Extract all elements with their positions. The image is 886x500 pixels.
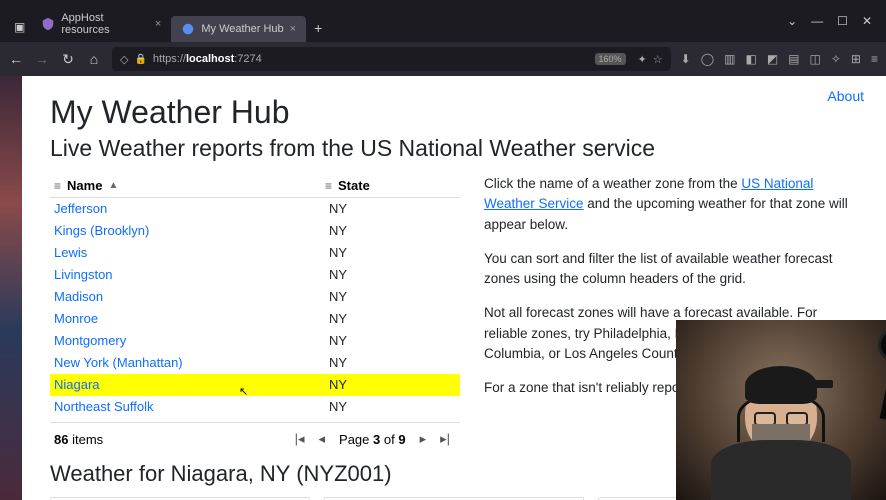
zone-link[interactable]: Jefferson (54, 200, 329, 218)
mouse-cursor: ↖ (239, 385, 248, 398)
menu-icon[interactable]: ≡ (871, 52, 878, 66)
tab-title: My Weather Hub (201, 23, 283, 35)
reader-icon[interactable]: ✦ (638, 53, 647, 66)
zoom-badge[interactable]: 160% (595, 53, 626, 65)
zone-state: NY (329, 310, 456, 328)
zone-link[interactable]: Kings (Brooklyn) (54, 222, 329, 240)
table-row[interactable]: MontgomeryNY (50, 330, 460, 352)
sidebar-icon[interactable]: ▣ (8, 12, 31, 42)
page-next-button[interactable]: ▸ (420, 431, 427, 447)
table-row[interactable]: Northeast SuffolkNY (50, 396, 460, 418)
page-last-button[interactable]: ▸| (440, 431, 450, 447)
zone-link[interactable]: Monroe (54, 310, 329, 328)
column-menu-icon[interactable]: ≡ (325, 179, 332, 193)
reload-button[interactable]: ↻ (60, 51, 76, 68)
extensions-icon[interactable]: ✧ (831, 52, 841, 66)
shield-icon: ◇ (120, 53, 128, 66)
extension-icon[interactable]: ◫ (810, 52, 821, 66)
zone-link[interactable]: Northeast Suffolk (54, 398, 329, 416)
sort-asc-icon: ▲ (108, 180, 118, 191)
zone-link[interactable]: Madison (54, 288, 329, 306)
minimize-icon[interactable]: — (811, 14, 823, 28)
tab-favicon (181, 22, 195, 36)
lock-icon: 🔒 (134, 54, 146, 65)
column-menu-icon[interactable]: ≡ (54, 179, 61, 193)
table-row[interactable]: MadisonNY (50, 286, 460, 308)
page-prev-button[interactable]: ◂ (319, 431, 326, 447)
webcam-overlay (676, 320, 886, 500)
zone-link[interactable]: Niagara (54, 376, 329, 394)
bookmark-icon[interactable]: ☆ (653, 53, 663, 66)
zone-state: NY (329, 288, 456, 306)
extension-icon[interactable]: ▤ (788, 52, 799, 66)
library-icon[interactable]: ▥ (724, 52, 735, 66)
zone-state: NY (329, 376, 456, 394)
extension-icon[interactable]: ◧ (745, 52, 756, 66)
column-header-state[interactable]: ≡ State (325, 178, 460, 193)
address-bar[interactable]: ◇ 🔒 https://localhost:7274 160% ✦ ☆ (112, 47, 671, 71)
browser-tab[interactable]: My Weather Hub × (171, 16, 306, 42)
tab-favicon (41, 17, 55, 31)
forward-button[interactable]: → (34, 51, 50, 67)
tab-title: AppHost resources (61, 12, 149, 36)
browser-tab[interactable]: AppHost resources × (31, 6, 171, 42)
table-row[interactable]: JeffersonNY (50, 198, 460, 220)
download-icon[interactable]: ⬇ (681, 52, 691, 66)
page-first-button[interactable]: |◂ (295, 431, 305, 447)
column-header-name[interactable]: ≡ Name ▲ (50, 178, 325, 193)
url-text: https://localhost:7274 (153, 53, 262, 65)
zone-state: NY (329, 354, 456, 372)
close-icon[interactable]: × (155, 18, 161, 30)
zone-link[interactable]: Lewis (54, 244, 329, 262)
extension-icon[interactable]: ◩ (767, 52, 778, 66)
about-link[interactable]: About (827, 88, 864, 104)
home-button[interactable]: ⌂ (86, 51, 102, 67)
zone-link[interactable]: Livingston (54, 266, 329, 284)
page-subtitle: Live Weather reports from the US Nationa… (50, 135, 858, 162)
zone-state: NY (329, 200, 456, 218)
back-button[interactable]: ← (8, 51, 24, 67)
new-tab-button[interactable]: + (306, 14, 330, 42)
zone-state: NY (329, 244, 456, 262)
page-title: My Weather Hub (50, 94, 858, 131)
table-row[interactable]: NiagaraNY (50, 374, 460, 396)
zone-state: NY (329, 398, 456, 416)
detail-heading: Weather for Niagara, NY (NYZ001) (50, 461, 460, 487)
zone-link[interactable]: New York (Manhattan) (54, 354, 329, 372)
grid-icon[interactable]: ⊞ (851, 52, 861, 66)
table-row[interactable]: LewisNY (50, 242, 460, 264)
table-row[interactable]: Kings (Brooklyn)NY (50, 220, 460, 242)
desktop-background-edge (0, 76, 22, 500)
close-window-icon[interactable]: ✕ (862, 14, 872, 28)
zone-link[interactable]: Montgomery (54, 332, 329, 350)
zone-state: NY (329, 222, 456, 240)
table-row[interactable]: New York (Manhattan)NY (50, 352, 460, 374)
chevron-down-icon[interactable]: ⌄ (787, 14, 797, 28)
item-count: 86 items (54, 432, 174, 447)
zone-state: NY (329, 332, 456, 350)
info-paragraph: You can sort and filter the list of avai… (484, 249, 858, 290)
account-icon[interactable]: ◯ (701, 52, 714, 66)
table-row[interactable]: LivingstonNY (50, 264, 460, 286)
page-indicator: Page 3 of 9 (339, 432, 406, 447)
table-row[interactable]: MonroeNY (50, 308, 460, 330)
zone-state: NY (329, 266, 456, 284)
info-paragraph: Click the name of a weather zone from th… (484, 174, 858, 235)
maximize-icon[interactable]: ☐ (837, 14, 848, 28)
close-icon[interactable]: × (290, 23, 296, 35)
